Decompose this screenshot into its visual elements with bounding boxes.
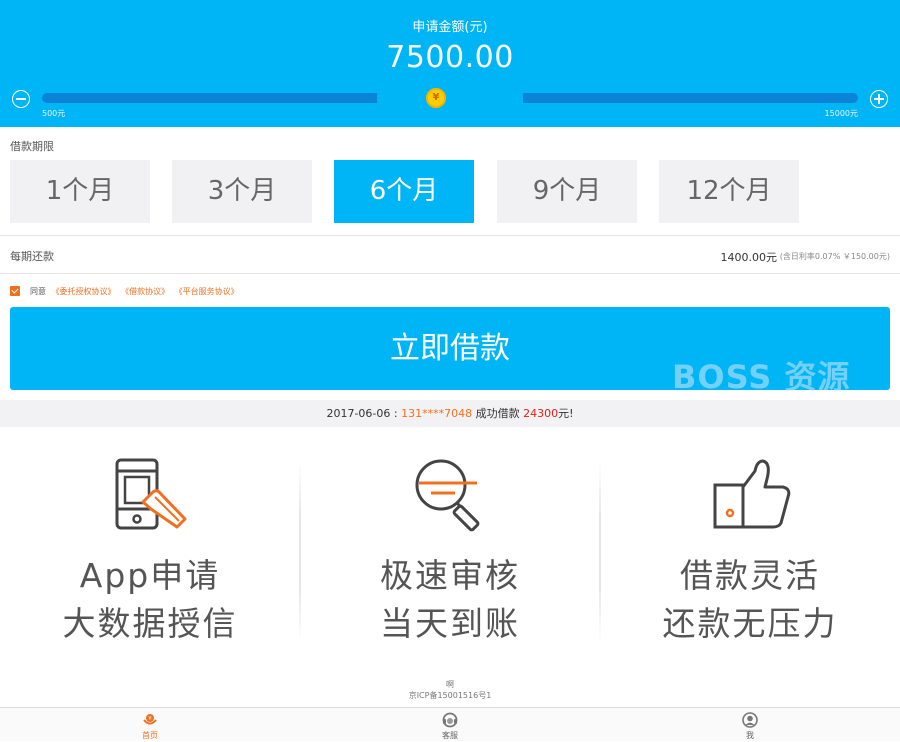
- ticker-middle: 成功借款: [472, 407, 524, 420]
- term-option-1[interactable]: 1个月: [10, 160, 150, 223]
- tab-label: 我: [746, 731, 754, 740]
- feature-line1: 借款灵活: [680, 556, 820, 595]
- increase-amount-button[interactable]: [870, 90, 888, 108]
- ticker-amount: 24300: [523, 407, 559, 420]
- decrease-amount-button[interactable]: [12, 90, 30, 108]
- bottom-tab-bar: ¥ 首页 客服 我: [0, 707, 900, 741]
- watermark: BOSS 资源: [672, 358, 851, 396]
- tab-customer-service[interactable]: 客服: [300, 708, 600, 742]
- tab-me[interactable]: 我: [600, 708, 900, 742]
- amount-title: 申请金额(元): [412, 20, 488, 35]
- agreement-prefix: 同意: [30, 287, 46, 296]
- feature-line2: 当天到账: [380, 604, 520, 643]
- tab-label: 首页: [142, 731, 158, 740]
- feature-app-apply: App申请 大数据授信: [0, 427, 300, 667]
- term-option-9[interactable]: 9个月: [497, 160, 637, 223]
- slider-track-left[interactable]: [42, 93, 377, 103]
- phone-tap-icon: [115, 458, 187, 530]
- agree-checkbox[interactable]: [10, 286, 20, 296]
- agreement-text: 同意 《委托授权协议》 《借款协议》 《平台服务协议》: [30, 286, 239, 297]
- repayment-note: (含日利率0.07% ￥150.00元): [779, 252, 890, 261]
- tab-label: 客服: [442, 731, 458, 740]
- feature-line1: App申请: [79, 556, 221, 595]
- loan-ticker: 2017-06-06 : 131****7048 成功借款 24300元!: [0, 400, 900, 427]
- slider-min-label: 500元: [42, 109, 66, 118]
- entrust-agreement-link[interactable]: 《委托授权协议》: [52, 287, 116, 296]
- user-icon: [742, 712, 758, 728]
- feature-fast-review: 极速审核 当天到账: [300, 427, 600, 667]
- amount-header: 申请金额(元) 7500.00 ¥ 500元 15000元: [0, 0, 900, 127]
- term-option-3[interactable]: 3个月: [172, 160, 312, 223]
- ticker-phone: 131****7048: [401, 407, 473, 420]
- term-option-12[interactable]: 12个月: [659, 160, 799, 223]
- slider-track-right[interactable]: [523, 93, 858, 103]
- icp-license: 京ICP备15001516号1: [408, 691, 492, 700]
- tab-home[interactable]: ¥ 首页: [0, 708, 300, 742]
- divider: [0, 235, 900, 236]
- feature-line2: 还款无压力: [662, 604, 838, 643]
- slider-max-label: 15000元: [824, 109, 858, 118]
- amount-value: 7500.00: [386, 40, 514, 75]
- customer-service-icon: [442, 712, 458, 728]
- feature-flexible: 借款灵活 还款无压力: [600, 427, 900, 667]
- loan-agreement-link[interactable]: 《借款协议》: [121, 287, 169, 296]
- divider: [0, 273, 900, 274]
- repayment-value: 1400.00元: [720, 251, 778, 264]
- thumbs-up-icon: [713, 459, 791, 529]
- feature-line1: 极速审核: [380, 556, 520, 595]
- term-option-6[interactable]: 6个月: [334, 160, 474, 223]
- feature-line2: 大数据授信: [62, 604, 238, 643]
- ticker-suffix: 元!: [558, 407, 574, 420]
- magnifier-icon: [415, 459, 480, 532]
- home-icon: ¥: [143, 714, 157, 725]
- repayment-label: 每期还款: [10, 250, 54, 263]
- ticker-date: 2017-06-06 :: [326, 407, 402, 420]
- footer-text: 啊: [446, 680, 454, 689]
- term-label: 借款期限: [10, 140, 54, 153]
- svg-text:¥: ¥: [148, 716, 151, 722]
- slider-handle-coin-icon[interactable]: ¥: [426, 88, 446, 108]
- platform-agreement-link[interactable]: 《平台服务协议》: [175, 287, 239, 296]
